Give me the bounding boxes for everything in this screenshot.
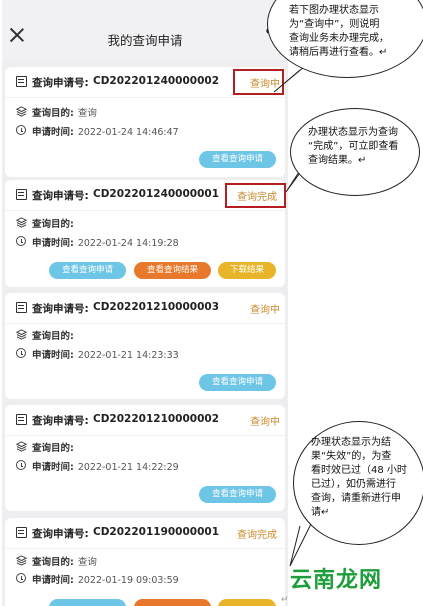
purpose-label: 查询目的: (32, 557, 74, 568)
callout-line: 办理状态显示为查询 (308, 127, 398, 138)
time-value: 2022-01-19 09:03:59 (77, 575, 179, 586)
callout-line: 办理状态显示为结 (311, 437, 391, 448)
clock-icon (16, 348, 26, 358)
callout-line: 请稍后再进行查看。↵ (289, 47, 388, 58)
application-card: 查询申请号: CD202201210000003 查询中 查询目的: 申请时间:… (5, 293, 285, 399)
callout-line: 为“查询中”，则说明 (289, 19, 380, 30)
application-number-label: 查询申请号: (32, 528, 89, 540)
callout-line: 果“失效”的，为查 (311, 451, 392, 462)
status-badge: 查询完成 (237, 530, 277, 541)
time-label: 申请时间: (32, 350, 74, 361)
time-label: 申请时间: (32, 238, 74, 249)
view-result-button[interactable] (134, 599, 211, 606)
time-value: 2022-01-21 14:22:29 (77, 462, 179, 473)
page-title: 我的查询申请 (107, 33, 183, 48)
clock-icon (16, 573, 26, 583)
document-icon (16, 189, 27, 200)
time-label: 申请时间: (32, 575, 74, 586)
callout-line: 若下图办理状态显示 (289, 5, 379, 16)
clock-icon (16, 125, 26, 135)
callout-line: “完成”，可立即查看 (308, 141, 399, 152)
layers-icon (16, 106, 27, 117)
purpose-row: 查询目的: (16, 440, 78, 454)
time-row: 申请时间: 2022-01-24 14:46:47 (16, 124, 179, 138)
callout-line: 查询业务未办理完成， (289, 33, 389, 44)
application-card: 查询申请号: CD202201190000001 查询完成 查询目的: 查询 申请… (5, 518, 285, 606)
download-result-button[interactable] (218, 599, 276, 606)
application-number-label: 查询申请号: (32, 190, 89, 202)
time-value: 2022-01-21 14:23:33 (77, 350, 179, 361)
purpose-label: 查询目的: (32, 108, 74, 119)
purpose-value: 查询 (77, 108, 97, 119)
application-card: 查询申请号: CD202201210000002 查询中 查询目的: 申请时间:… (5, 405, 285, 511)
application-number: CD202201190000001 (93, 526, 220, 538)
view-application-button[interactable] (49, 599, 126, 606)
time-value: 2022-01-24 14:46:47 (77, 127, 179, 138)
application-number-label: 查询申请号: (32, 303, 89, 315)
callout-line: 已过），如仍需进行 (311, 479, 396, 490)
application-number: CD202201240000002 (93, 75, 220, 87)
purpose-row: 查询目的: (16, 216, 78, 230)
application-number: CD202201210000002 (93, 413, 220, 425)
purpose-row: 查询目的: (16, 328, 78, 342)
purpose-value: 查询 (77, 557, 97, 568)
time-label: 申请时间: (32, 462, 74, 473)
callout-text: 办理状态显示为查询 “完成”，可立即查看 查询结果。↵ (308, 126, 408, 168)
document-icon (16, 302, 27, 313)
view-application-button[interactable]: 查看查询申请 (199, 151, 276, 168)
application-number-label: 查询申请号: (32, 415, 89, 427)
time-value: 2022-01-24 14:19:28 (77, 238, 179, 249)
layers-icon (16, 217, 27, 228)
paragraph-mark: ↵ (281, 595, 289, 605)
purpose-label: 查询目的: (32, 443, 74, 454)
purpose-label: 查询目的: (32, 331, 74, 342)
nav-bar: 我的查询申请 ••• (2, 0, 288, 60)
view-result-button[interactable]: 查看查询结果 (134, 262, 211, 279)
layers-icon (16, 555, 27, 566)
document-icon (16, 414, 27, 425)
callout-line: 查询结果。↵ (308, 155, 367, 166)
watermark-logo: 云南龙网 (290, 568, 383, 593)
status-badge: 查询中 (250, 417, 280, 428)
callout-line: 查询，请重新进行申 (311, 493, 401, 504)
time-row: 申请时间: 2022-01-21 14:22:29 (16, 459, 179, 473)
card-header: 查询申请号: CD202201190000001 查询完成 (5, 518, 285, 549)
card-header: 查询申请号: CD202201210000003 查询中 (5, 293, 285, 324)
document-icon (16, 76, 27, 87)
purpose-row: 查询目的: 查询 (16, 554, 97, 568)
status-badge: 查询中 (250, 305, 280, 316)
callout-line: 看时效已过（48 小时 (311, 465, 407, 476)
layers-icon (16, 329, 27, 340)
callout-text: 若下图办理状态显示 为“查询中”，则说明 查询业务未办理完成， 请稍后再进行查看… (289, 4, 419, 60)
application-number-label: 查询申请号: (32, 77, 89, 89)
application-number: CD202201240000001 (93, 188, 220, 200)
layers-icon (16, 441, 27, 452)
purpose-row: 查询目的: 查询 (16, 105, 97, 119)
time-row: 申请时间: 2022-01-24 14:19:28 (16, 235, 179, 249)
time-row: 申请时间: 2022-01-19 09:03:59 (16, 572, 179, 586)
highlight-box (225, 183, 286, 208)
time-row: 申请时间: 2022-01-21 14:23:33 (16, 347, 179, 361)
callout-line: 请↵ (311, 507, 330, 518)
view-application-button[interactable]: 查看查询申请 (199, 374, 276, 391)
callout-text: 办理状态显示为结 果“失效”的，为查 看时效已过（48 小时 已过），如仍需进行… (311, 436, 416, 520)
clock-icon (16, 460, 26, 470)
time-label: 申请时间: (32, 127, 74, 138)
view-application-button[interactable]: 查看查询申请 (199, 486, 276, 503)
document-icon (16, 527, 27, 538)
clock-icon (16, 236, 26, 246)
download-result-button[interactable]: 下载结果 (218, 262, 276, 279)
view-application-button[interactable]: 查看查询申请 (49, 262, 126, 279)
purpose-label: 查询目的: (32, 219, 74, 230)
application-number: CD202201210000003 (93, 301, 220, 313)
card-header: 查询申请号: CD202201210000002 查询中 (5, 405, 285, 436)
